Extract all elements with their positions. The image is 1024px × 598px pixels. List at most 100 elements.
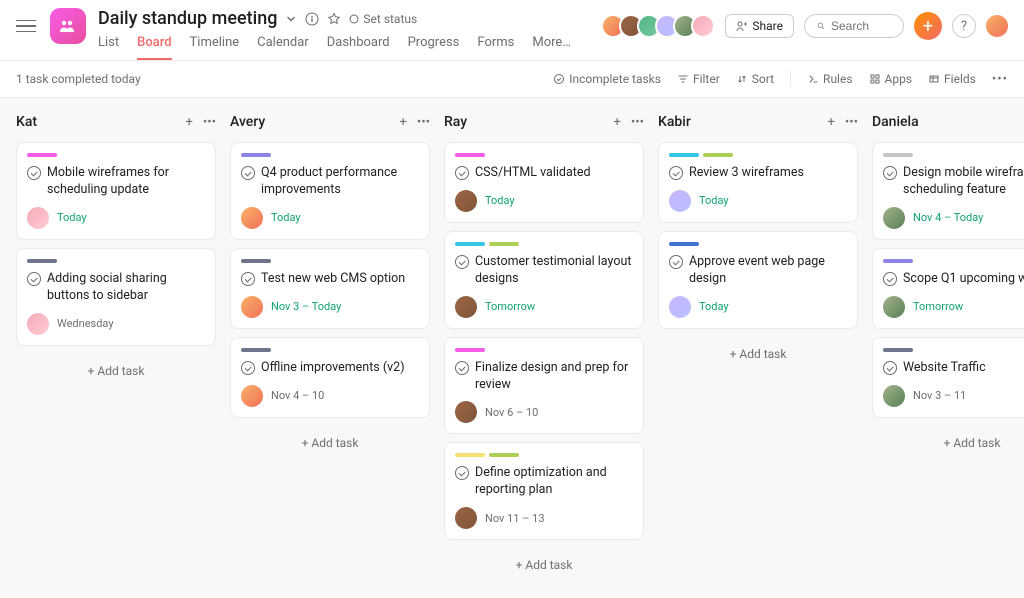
assignee-avatar[interactable] (241, 296, 263, 318)
due-date[interactable]: Today (271, 211, 301, 224)
assignee-avatar[interactable] (669, 190, 691, 212)
toolbar-apps[interactable]: Apps (869, 72, 913, 86)
tab-dashboard[interactable]: Dashboard (327, 35, 390, 60)
assignee-avatar[interactable] (241, 385, 263, 407)
project-icon[interactable] (50, 8, 86, 44)
tab-progress[interactable]: Progress (408, 35, 460, 60)
task-card[interactable]: Approve event web page designToday (658, 231, 858, 329)
column-title[interactable]: Ray (444, 114, 467, 130)
complete-checkbox[interactable] (669, 166, 683, 180)
assignee-avatar[interactable] (27, 313, 49, 335)
toolbar-fields[interactable]: Fields (928, 72, 976, 86)
due-date[interactable]: Nov 6 – 10 (485, 406, 538, 419)
due-date[interactable]: Wednesday (57, 317, 114, 330)
toolbar-incomplete-tasks[interactable]: Incomplete tasks (553, 72, 661, 86)
add-task-button[interactable]: Add task (230, 426, 430, 460)
complete-checkbox[interactable] (883, 272, 897, 286)
assignee-avatar[interactable] (455, 190, 477, 212)
complete-checkbox[interactable] (27, 166, 41, 180)
toolbar-sort[interactable]: Sort (736, 72, 774, 86)
assignee-avatar[interactable] (669, 296, 691, 318)
due-date[interactable]: Today (57, 211, 87, 224)
add-task-button[interactable]: Add task (658, 337, 858, 371)
member-avatars[interactable] (607, 14, 715, 38)
due-date[interactable]: Nov 4 – 10 (271, 389, 324, 402)
toolbar-more-icon[interactable]: ••• (992, 72, 1008, 87)
column-add-icon[interactable]: + (827, 115, 834, 130)
due-date[interactable]: Tomorrow (913, 300, 963, 313)
column-title[interactable]: Kat (16, 114, 37, 130)
complete-checkbox[interactable] (455, 466, 469, 480)
search-box[interactable] (804, 14, 904, 38)
task-card[interactable]: Adding social sharing buttons to sidebar… (16, 248, 216, 346)
column-more-icon[interactable]: ••• (845, 115, 858, 130)
task-card[interactable]: Scope Q1 upcoming workTomorrow (872, 248, 1024, 329)
assignee-avatar[interactable] (241, 207, 263, 229)
due-date[interactable]: Today (485, 194, 515, 207)
column-title[interactable]: Avery (230, 114, 265, 130)
due-date[interactable]: Today (699, 300, 729, 313)
menu-icon[interactable] (16, 16, 36, 36)
complete-checkbox[interactable] (241, 272, 255, 286)
complete-checkbox[interactable] (883, 166, 897, 180)
quick-add-button[interactable]: + (914, 12, 942, 40)
task-card[interactable]: CSS/HTML validatedToday (444, 142, 644, 223)
column-more-icon[interactable]: ••• (631, 115, 644, 130)
due-date[interactable]: Tomorrow (485, 300, 535, 313)
task-card[interactable]: Define optimization and reporting planNo… (444, 442, 644, 540)
current-user-avatar[interactable] (986, 15, 1008, 37)
assignee-avatar[interactable] (883, 385, 905, 407)
task-card[interactable]: Finalize design and prep for reviewNov 6… (444, 337, 644, 435)
assignee-avatar[interactable] (455, 507, 477, 529)
set-status-button[interactable]: Set status (349, 12, 417, 26)
toolbar-filter[interactable]: Filter (677, 72, 720, 86)
task-card[interactable]: Website TrafficNov 3 – 11 (872, 337, 1024, 418)
due-date[interactable]: Today (699, 194, 729, 207)
assignee-avatar[interactable] (27, 207, 49, 229)
complete-checkbox[interactable] (883, 361, 897, 375)
tab-timeline[interactable]: Timeline (190, 35, 240, 60)
due-date[interactable]: Nov 4 – Today (913, 211, 983, 224)
assignee-avatar[interactable] (883, 207, 905, 229)
add-task-button[interactable]: Add task (872, 426, 1024, 460)
task-card[interactable]: Review 3 wireframesToday (658, 142, 858, 223)
column-add-icon[interactable]: + (613, 115, 620, 130)
task-card[interactable]: Design mobile wireframes scheduling feat… (872, 142, 1024, 240)
column-add-icon[interactable]: + (185, 115, 192, 130)
share-button[interactable]: Share (725, 14, 794, 38)
complete-checkbox[interactable] (241, 166, 255, 180)
column-more-icon[interactable]: ••• (203, 115, 216, 130)
complete-checkbox[interactable] (27, 272, 41, 286)
tab-list[interactable]: List (98, 35, 119, 60)
info-icon[interactable] (305, 12, 319, 26)
star-icon[interactable] (327, 12, 341, 26)
due-date[interactable]: Nov 3 – 11 (913, 389, 966, 402)
assignee-avatar[interactable] (455, 401, 477, 423)
task-card[interactable]: Q4 product performance improvementsToday (230, 142, 430, 240)
toolbar-rules[interactable]: Rules (807, 72, 852, 86)
complete-checkbox[interactable] (455, 361, 469, 375)
tab-calendar[interactable]: Calendar (257, 35, 309, 60)
due-date[interactable]: Nov 3 – Today (271, 300, 341, 313)
complete-checkbox[interactable] (455, 255, 469, 269)
chevron-down-icon[interactable] (285, 13, 297, 25)
column-title[interactable]: Kabir (658, 114, 691, 130)
task-card[interactable]: Customer testimonial layout designsTomor… (444, 231, 644, 329)
complete-checkbox[interactable] (669, 255, 683, 269)
member-avatar[interactable] (691, 14, 715, 38)
due-date[interactable]: Nov 11 – 13 (485, 512, 545, 525)
tab-more[interactable]: More… (532, 35, 571, 60)
column-more-icon[interactable]: ••• (417, 115, 430, 130)
task-card[interactable]: Offline improvements (v2)Nov 4 – 10 (230, 337, 430, 418)
complete-checkbox[interactable] (455, 166, 469, 180)
column-add-icon[interactable]: + (399, 115, 406, 130)
help-button[interactable]: ? (952, 14, 976, 38)
add-task-button[interactable]: Add task (16, 354, 216, 388)
column-title[interactable]: Daniela (872, 114, 919, 130)
tab-board[interactable]: Board (137, 35, 171, 60)
task-card[interactable]: Mobile wireframes for scheduling updateT… (16, 142, 216, 240)
assignee-avatar[interactable] (455, 296, 477, 318)
assignee-avatar[interactable] (883, 296, 905, 318)
project-title[interactable]: Daily standup meeting (98, 8, 277, 29)
add-task-button[interactable]: Add task (444, 548, 644, 582)
